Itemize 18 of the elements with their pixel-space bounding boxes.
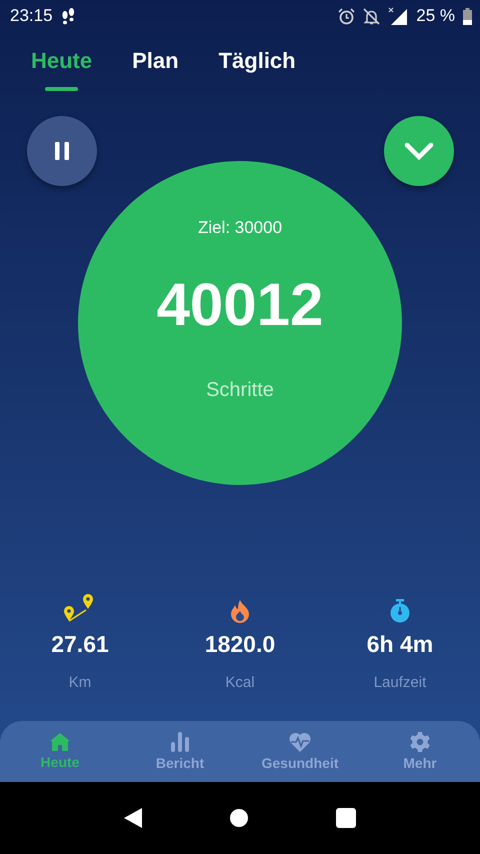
nav-item[interactable]: Bericht <box>120 721 240 782</box>
battery-percent: 25 % <box>416 6 455 26</box>
tab[interactable]: Plan <box>132 48 179 92</box>
steps-label: Schritte <box>206 379 274 402</box>
nav-item[interactable]: Mehr <box>360 721 480 782</box>
clock-time: 23:15 <box>10 6 53 26</box>
stat-value: 27.61 <box>51 631 109 658</box>
stat-value: 1820.0 <box>204 631 276 658</box>
nav-item[interactable]: Heute <box>0 721 120 782</box>
stat-unit: Laufzeit <box>374 674 426 691</box>
tab[interactable]: Heute <box>31 48 92 92</box>
tab[interactable]: Täglich <box>218 48 296 92</box>
goal-text: Ziel: 30000 <box>198 218 282 238</box>
nav-item[interactable]: Gesundheit <box>240 721 360 782</box>
stat-unit: Kcal <box>225 674 255 691</box>
stat-unit: Km <box>68 674 92 691</box>
steps-count: 40012 <box>156 270 324 339</box>
stat-value: 6h 4m <box>366 631 434 658</box>
